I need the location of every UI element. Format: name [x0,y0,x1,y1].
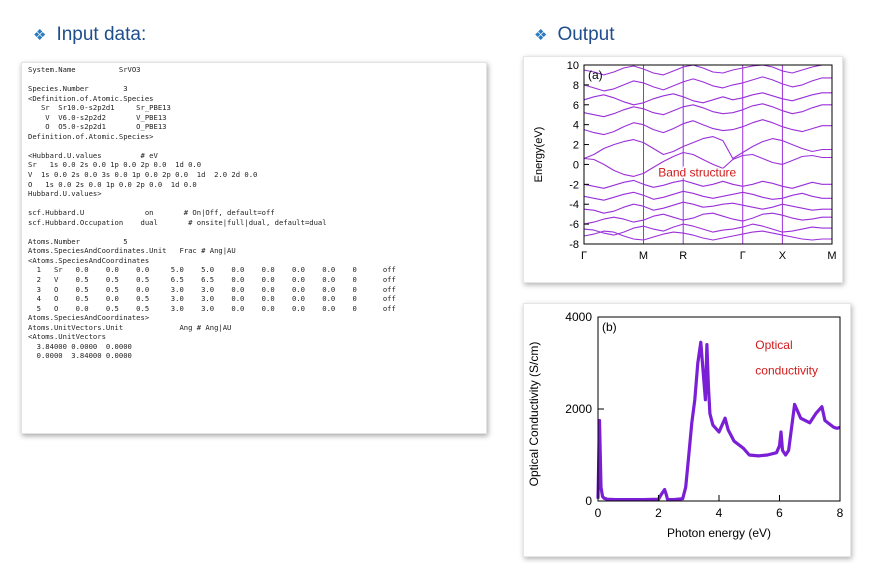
input-line: scf.Hubbard.Occupation dual # onsite|ful… [28,217,327,227]
diamond-bullet-icon: ❖ [534,27,548,44]
input-line: <Atoms.SpeciesAndCoordinates [28,255,150,265]
plot-frame [597,316,841,502]
input-file-text: System.Name SrVO3 Species.Number 3 <Defi… [28,65,396,361]
plot-frame [583,64,833,245]
output-title: Output [557,24,615,45]
band-line [583,190,832,201]
input-data-title: Input data: [56,24,147,45]
kpoint-label: R [679,250,687,262]
y-axis-label: Optical Conductivity (S/cm) [527,342,541,487]
input-line: Atoms.Number 5 [28,236,128,246]
optical-conductivity-chart: 4000 2000 00 2 4 6 8 Photon energy (eV) Optical … [527,310,844,540]
kpoint-label: Γ [740,250,746,262]
input-line: Atoms.UnitVectors.Unit Ang # Ang|AU [28,322,232,332]
input-line: System.Name SrVO3 [28,65,141,74]
x-tick-label: 6 [776,506,783,520]
y-tick-label: -2 [569,179,579,191]
input-line: 5 O 0.0 0.5 0.5 3.0 3.0 0.0 0.0 0.0 0.0 … [28,303,396,313]
input-line: scf.Hubbard.U on # On|Off, default=off [28,208,275,218]
input-line: Sr Sr10.0-s2p2d1 Sr_PBE13 [28,103,171,113]
band-line [583,136,832,160]
kpoint-label: X [779,250,787,262]
input-line: 3.84000 0.0000 0.0000 [28,341,132,351]
y-tick-label: -6 [569,219,579,231]
input-line: V 1s 0.0 2s 0.0 3s 0.0 1p 0.0 2p 0.0 1d … [28,170,258,180]
optical-annotation-line2: conductivity [755,364,818,378]
kpoint-label: Γ [581,250,587,262]
input-line: <Definition.of.Atomic.Species [28,93,154,103]
band-line [583,76,832,92]
y-tick-label: -8 [569,239,579,251]
y-tick-label: 2000 [565,402,592,416]
input-line: Definition.of.Atomic.Species> [28,131,154,141]
input-line: Hubbard.U.values> [28,189,102,199]
y-tick-label: 4 [573,120,579,132]
band-line [583,92,832,106]
y-tick-label: 8 [573,80,579,92]
y-axis-label: Energy(eV) [533,127,545,183]
input-line: Species.Number 3 [28,84,128,94]
band-line [583,119,832,136]
panel-label: (a) [588,68,603,82]
kpoint-label: M [827,250,836,262]
input-line: 1 Sr 0.0 0.0 0.0 5.0 5.0 0.0 0.0 0.0 0.0… [28,265,396,275]
input-line: O O5.0-s2p2d1 O_PBE13 [28,122,167,132]
y-tick-label: 0 [573,159,579,171]
y-tick-label: 0 [585,494,592,508]
input-line: O 1s 0.0 2s 0.0 1p 0.0 2p 0.0 1d 0.0 [28,179,197,189]
x-axis-label: Photon energy (eV) [667,526,771,540]
diamond-bullet-icon: ❖ [33,27,47,44]
input-line: 3 O 0.5 0.5 0.0 3.0 3.0 0.0 0.0 0.0 0.0 … [28,284,396,294]
kpoint-label: M [639,250,648,262]
panel-label: (b) [602,320,617,334]
y-tick-label: 10 [567,60,579,72]
input-line: Atoms.SpeciesAndCoordinates> [28,313,150,323]
input-line: 2 V 0.5 0.5 0.5 6.5 6.5 0.0 0.0 0.0 0.0 … [28,275,396,285]
input-line: Atoms.SpeciesAndCoordinates.Unit Frac # … [28,246,236,256]
band-structure-annotation: Band structure [658,165,736,179]
y-tick-label: 6 [573,100,579,112]
band-line [583,201,832,214]
input-line: Sr 1s 0.0 2s 0.0 1p 0.0 2p 0.0 1d 0.0 [28,160,202,170]
band-structure-chart: 1086420-2-4-6-8Γ M R Γ X MEnergy(eV)(a)Band s… [533,60,837,262]
x-tick-label: 4 [716,506,723,520]
input-data-heading: ❖ Input data: [33,24,146,46]
y-tick-label: -4 [569,199,579,211]
band-line [583,212,832,225]
band-line [583,179,832,189]
output-heading: ❖ Output [534,24,615,46]
x-tick-label: 8 [837,506,844,520]
band-line [583,223,832,236]
optical-annotation-line1: Optical [755,338,792,352]
x-tick-label: 2 [655,506,662,520]
input-line: <Hubbard.U.values # eV [28,150,158,160]
band-line [583,64,832,76]
input-line: <Atoms.UnitVectors [28,332,106,342]
input-line: 0.0000 3.84000 0.0000 [28,351,132,361]
x-tick-label: 0 [595,506,602,520]
y-tick-label: 4000 [565,310,592,324]
band-structure-panel: 10 8 6 4 2 0 -2 -4 -6 -8 Γ M R Γ X M Energy(eV) (a) Band s… [523,56,843,283]
input-line: 4 O 0.5 0.0 0.5 3.0 3.0 0.0 0.0 0.0 0.0 … [28,294,396,304]
input-line: V V6.0-s2p2d2 V_PBE13 [28,112,167,122]
optical-conductivity-panel: 4000 2000 0 0 2 4 6 8 Photon energy (eV) Optical … [523,303,851,557]
y-tick-label: 2 [573,140,579,152]
band-line [583,103,832,118]
input-file-panel: System.Name SrVO3 Species.Number 3 <Defi… [21,62,487,434]
